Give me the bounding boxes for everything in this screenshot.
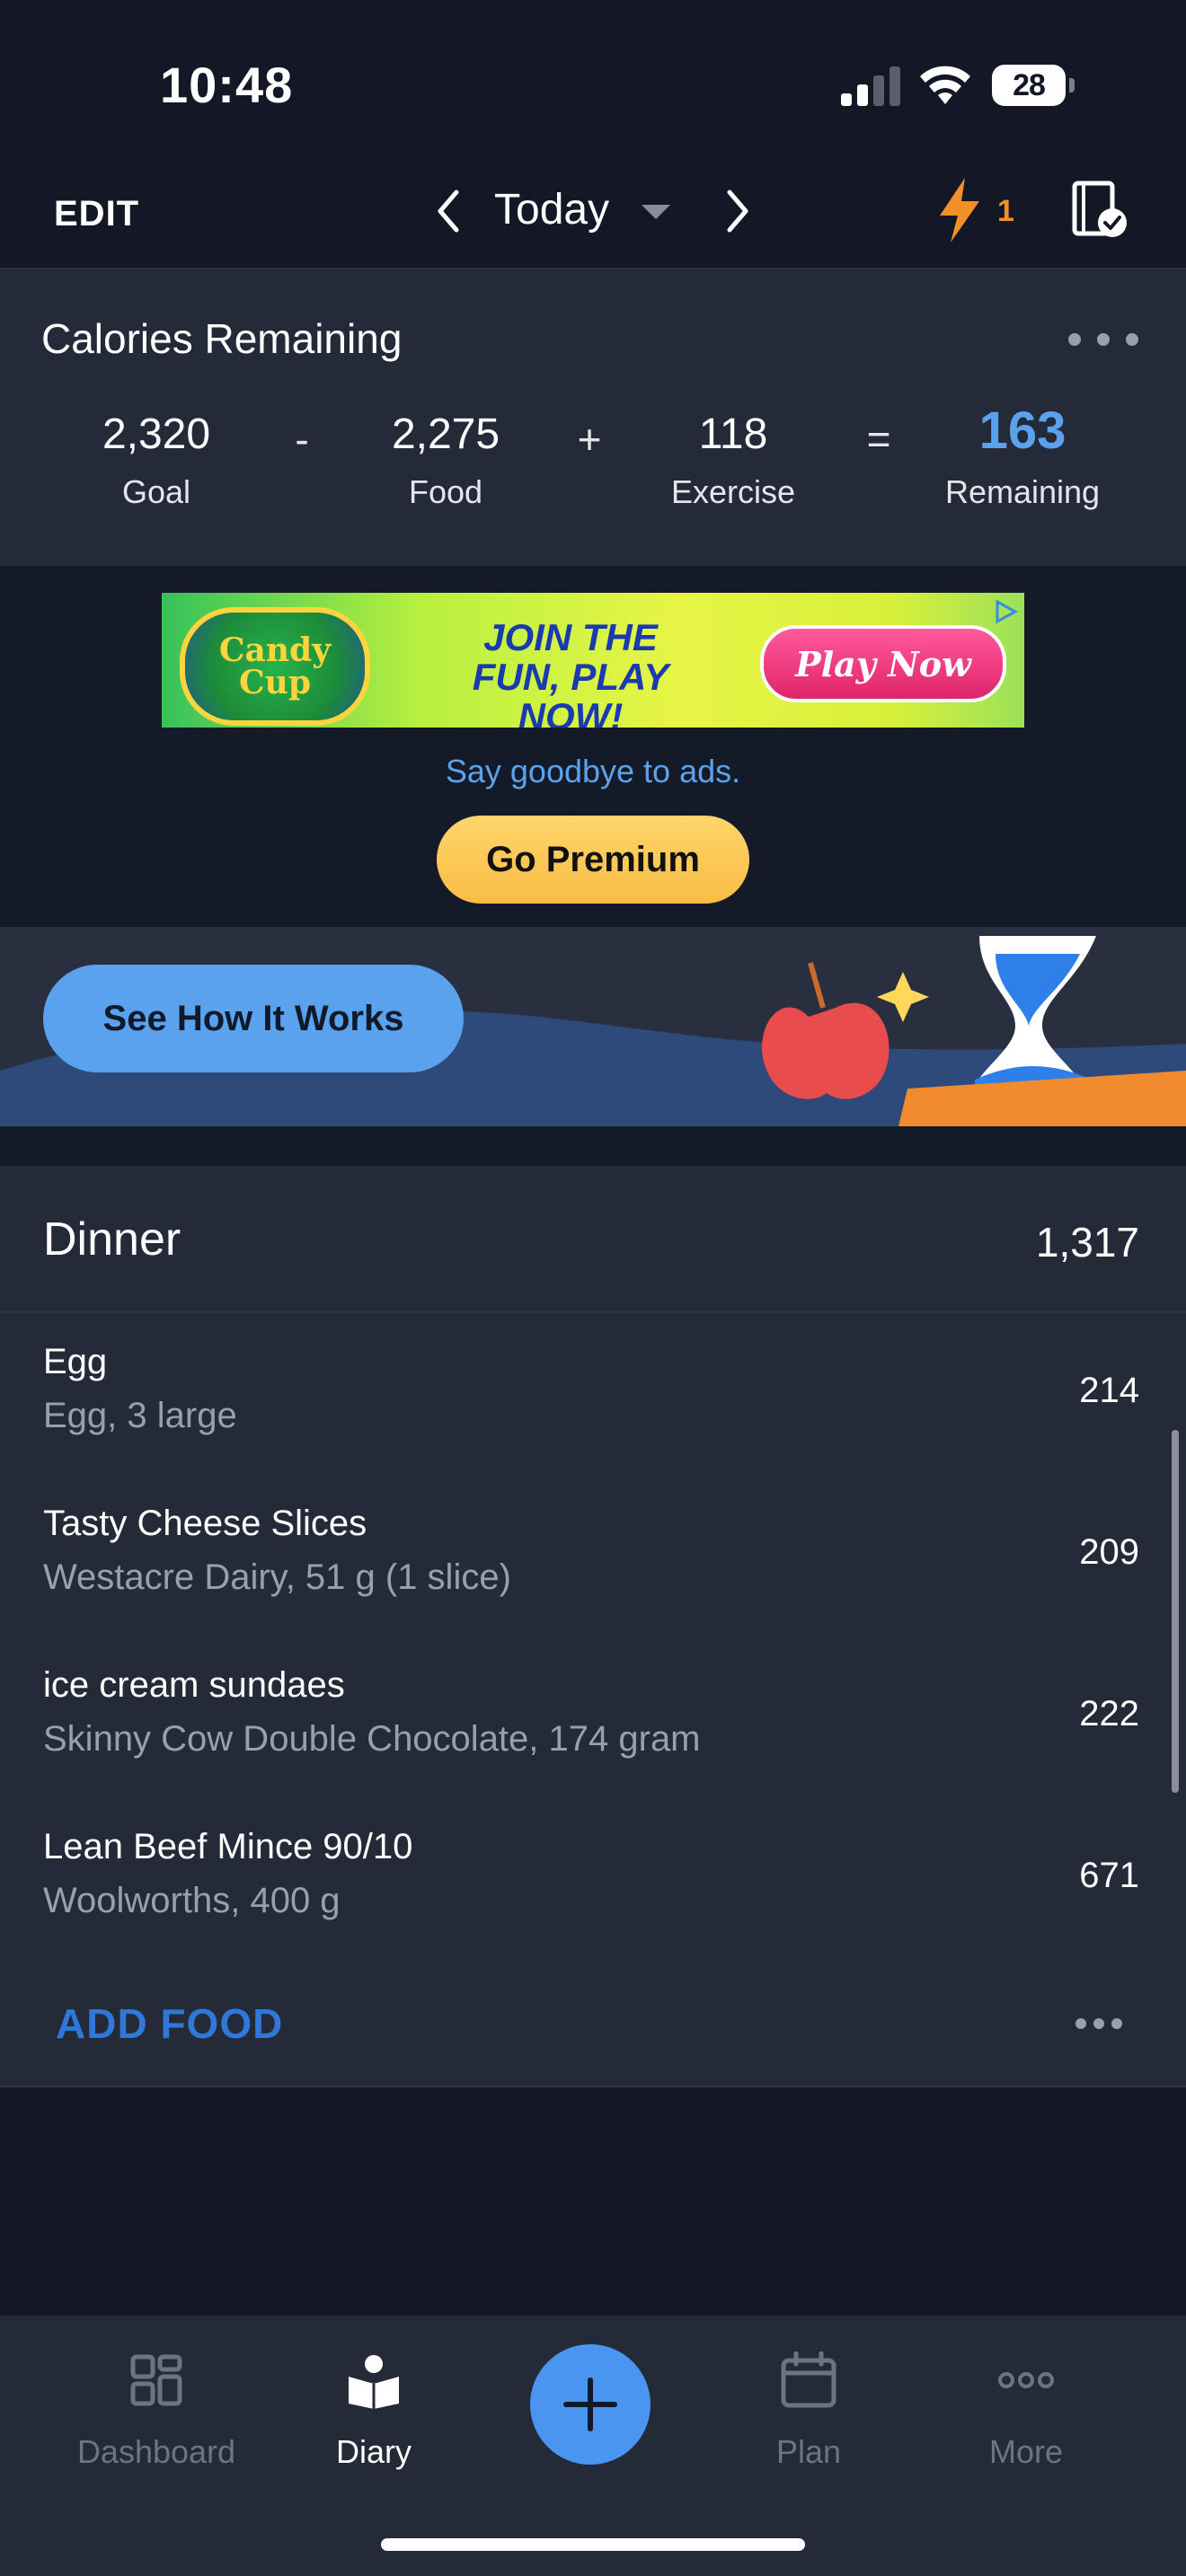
- food-item-calories: 214: [1079, 1371, 1139, 1410]
- food-item-name: ice cream sundaes: [43, 1665, 345, 1705]
- tab-diary[interactable]: Diary: [266, 2351, 482, 2471]
- apple-timer-illustration: [762, 936, 1186, 1126]
- chevron-left-icon[interactable]: [431, 187, 467, 235]
- ad-banner[interactable]: Candy Cup JOIN THE FUN, PLAY NOW! Play N…: [162, 593, 1024, 728]
- exercise-value: 118: [698, 410, 768, 458]
- meal-bottom-divider: [0, 2086, 1186, 2087]
- section-gap: [0, 1126, 1186, 1166]
- ad-play-now-button[interactable]: Play Now: [760, 625, 1006, 702]
- scrollbar[interactable]: [1172, 1430, 1179, 1793]
- more-dots-icon: [998, 2372, 1054, 2388]
- ad-headline: JOIN THE FUN, PLAY NOW!: [472, 616, 669, 728]
- food-value: 2,275: [391, 410, 500, 458]
- ad-choices-icon[interactable]: [992, 598, 1019, 625]
- food-item-description: Skinny Cow Double Chocolate, 174 gram: [43, 1719, 701, 1759]
- remove-ads-link[interactable]: Say goodbye to ads.: [0, 753, 1186, 790]
- exercise-column: 118 Exercise: [625, 410, 841, 511]
- ad-logo: Candy Cup: [180, 607, 370, 726]
- food-item-name: Tasty Cheese Slices: [43, 1504, 367, 1543]
- remaining-value: 163: [978, 401, 1067, 460]
- food-column: 2,275 Food: [338, 410, 553, 511]
- status-time: 10:48: [160, 57, 294, 113]
- battery-icon: 28: [992, 65, 1075, 106]
- tab-label: Dashboard: [76, 2433, 236, 2470]
- goal-column: 2,320 Goal: [49, 410, 264, 511]
- lightning-icon[interactable]: [934, 176, 985, 244]
- meal-header-divider: [0, 1311, 1186, 1313]
- journal-check-icon[interactable]: [1069, 180, 1128, 239]
- add-food-button[interactable]: ADD FOOD: [56, 1999, 283, 2048]
- dashboard-grid-icon: [130, 2354, 182, 2406]
- plus-icon: [563, 2378, 617, 2431]
- cellular-signal-icon: [841, 66, 900, 106]
- food-item-description: Woolworths, 400 g: [43, 1881, 341, 1920]
- tab-dashboard[interactable]: Dashboard: [49, 2351, 264, 2471]
- food-item-row[interactable]: Tasty Cheese Slices Westacre Dairy, 51 g…: [0, 1482, 1186, 1644]
- remaining-column: 163 Remaining: [915, 401, 1130, 511]
- streak-count[interactable]: 1: [997, 194, 1014, 229]
- date-selector[interactable]: Today: [494, 185, 609, 234]
- tab-more[interactable]: More: [918, 2351, 1134, 2471]
- chevron-right-icon[interactable]: [719, 187, 755, 235]
- tab-label: More: [988, 2433, 1064, 2470]
- food-label: Food: [408, 473, 483, 510]
- food-item-description: Westacre Dairy, 51 g (1 slice): [43, 1557, 511, 1597]
- more-dots-icon[interactable]: [1067, 332, 1139, 347]
- equals-operator: =: [866, 416, 891, 463]
- diary-book-icon: [349, 2355, 399, 2409]
- more-dots-icon[interactable]: [1075, 2017, 1123, 2030]
- plus-operator: +: [577, 416, 602, 463]
- food-item-name: Egg: [43, 1342, 108, 1381]
- tab-label: Plan: [775, 2433, 842, 2470]
- calendar-icon: [781, 2351, 836, 2408]
- meal-name: Dinner: [43, 1213, 181, 1266]
- goal-value: 2,320: [102, 410, 211, 458]
- food-item-calories: 209: [1079, 1532, 1139, 1572]
- food-item-row[interactable]: Egg Egg, 3 large 214: [0, 1320, 1186, 1482]
- food-item-calories: 671: [1079, 1856, 1139, 1895]
- food-item-name: Lean Beef Mince 90/10: [43, 1827, 413, 1866]
- home-indicator[interactable]: [381, 2538, 805, 2551]
- goal-label: Goal: [121, 473, 191, 510]
- battery-level: 28: [1013, 67, 1046, 102]
- food-item-row[interactable]: ice cream sundaes Skinny Cow Double Choc…: [0, 1644, 1186, 1805]
- food-item-row[interactable]: Lean Beef Mince 90/10 Woolworths, 400 g …: [0, 1805, 1186, 1967]
- edit-button[interactable]: EDIT: [54, 194, 139, 234]
- minus-operator: -: [295, 416, 309, 463]
- food-item-calories: 222: [1079, 1694, 1139, 1734]
- quick-add-button[interactable]: [530, 2344, 651, 2465]
- food-item-description: Egg, 3 large: [43, 1396, 237, 1435]
- remaining-label: Remaining: [944, 473, 1101, 510]
- tab-label: Diary: [335, 2433, 412, 2470]
- meal-total-calories: 1,317: [1035, 1219, 1139, 1266]
- tab-plan[interactable]: Plan: [701, 2351, 916, 2471]
- exercise-label: Exercise: [670, 473, 796, 510]
- calories-title: Calories Remaining: [41, 315, 403, 362]
- go-premium-button[interactable]: Go Premium: [437, 816, 749, 904]
- wifi-icon: [920, 66, 970, 104]
- dropdown-arrow-icon[interactable]: [640, 203, 672, 221]
- see-how-it-works-button[interactable]: See How It Works: [43, 965, 464, 1072]
